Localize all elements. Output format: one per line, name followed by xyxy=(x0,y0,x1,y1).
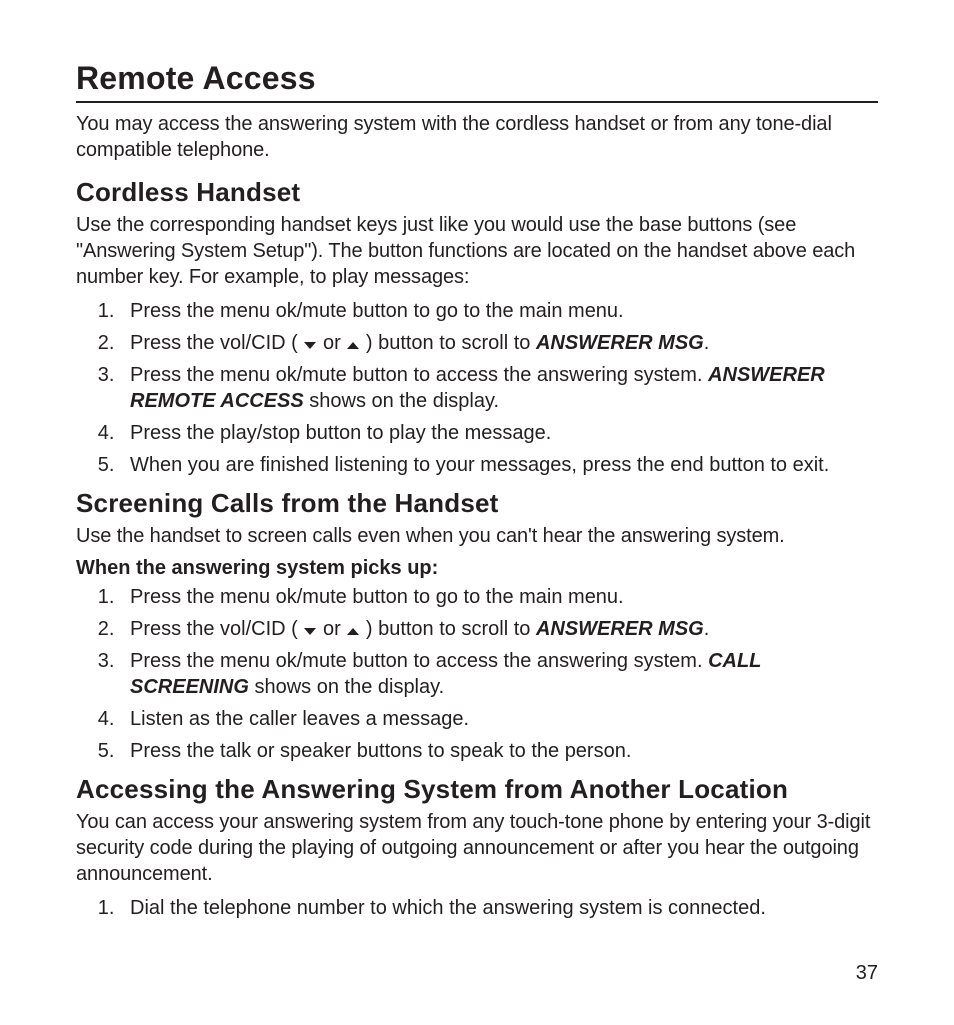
step-text: Press the menu ok/mute button to access … xyxy=(130,650,708,672)
list-item: Listen as the caller leaves a message. xyxy=(120,706,878,732)
section-heading-cordless: Cordless Handset xyxy=(76,177,878,208)
step-text: Press the vol/CID ( xyxy=(130,618,303,640)
step-em: ANSWERER MSG xyxy=(536,332,704,354)
section-intro-remote: You can access your answering system fro… xyxy=(76,809,878,887)
step-text: ) button to scroll to xyxy=(360,618,536,640)
page-intro: You may access the answering system with… xyxy=(76,111,878,163)
step-text: shows on the display. xyxy=(304,390,499,412)
steps-cordless: Press the menu ok/mute button to go to t… xyxy=(76,298,878,478)
list-item: Press the talk or speaker buttons to spe… xyxy=(120,738,878,764)
section-heading-remote: Accessing the Answering System from Anot… xyxy=(76,774,878,805)
section-heading-screening: Screening Calls from the Handset xyxy=(76,488,878,519)
triangle-up-icon xyxy=(346,627,360,636)
subheading-screening: When the answering system picks up: xyxy=(76,557,878,580)
list-item: Press the menu ok/mute button to access … xyxy=(120,362,878,414)
section-intro-cordless: Use the corresponding handset keys just … xyxy=(76,212,878,290)
step-text: or xyxy=(317,618,346,640)
triangle-up-icon xyxy=(346,341,360,350)
list-item: Dial the telephone number to which the a… xyxy=(120,895,878,921)
step-text: or xyxy=(317,332,346,354)
page-title: Remote Access xyxy=(76,60,878,103)
triangle-down-icon xyxy=(303,627,317,636)
step-text: shows on the display. xyxy=(249,676,444,698)
list-item: Press the vol/CID ( or ) button to scrol… xyxy=(120,616,878,642)
page-number: 37 xyxy=(856,962,878,985)
step-text: Press the menu ok/mute button to access … xyxy=(130,364,708,386)
step-text: . xyxy=(704,618,710,640)
list-item: Press the play/stop button to play the m… xyxy=(120,420,878,446)
list-item: Press the menu ok/mute button to go to t… xyxy=(120,584,878,610)
triangle-down-icon xyxy=(303,341,317,350)
step-text: Press the vol/CID ( xyxy=(130,332,303,354)
step-em: ANSWERER MSG xyxy=(536,618,704,640)
step-text: ) button to scroll to xyxy=(360,332,536,354)
list-item: Press the menu ok/mute button to go to t… xyxy=(120,298,878,324)
steps-screening: Press the menu ok/mute button to go to t… xyxy=(76,584,878,764)
step-text: . xyxy=(704,332,710,354)
manual-page: Remote Access You may access the answeri… xyxy=(0,0,954,1025)
steps-remote: Dial the telephone number to which the a… xyxy=(76,895,878,921)
section-intro-screening: Use the handset to screen calls even whe… xyxy=(76,523,878,549)
list-item: When you are finished listening to your … xyxy=(120,452,878,478)
list-item: Press the vol/CID ( or ) button to scrol… xyxy=(120,330,878,356)
list-item: Press the menu ok/mute button to access … xyxy=(120,648,878,700)
